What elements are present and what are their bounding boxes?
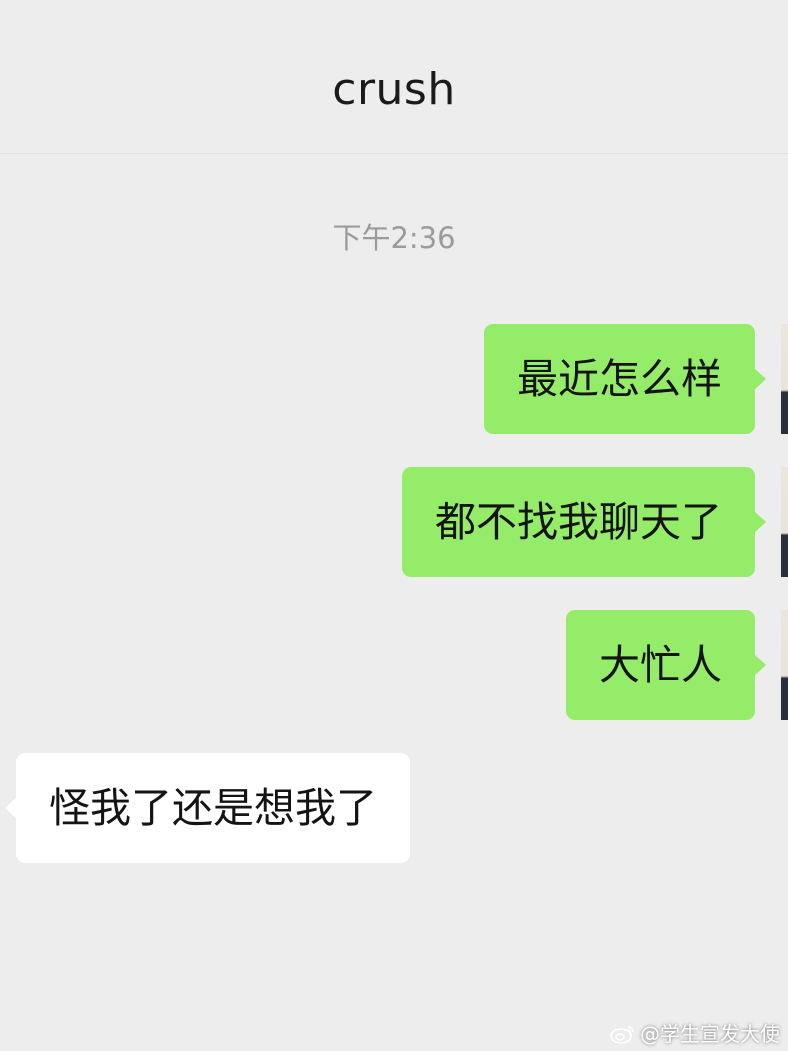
watermark: @学生宣发大使 (610, 1021, 780, 1047)
sent-message-bubble[interactable]: 最近怎么样 (484, 324, 766, 434)
own-avatar[interactable] (781, 324, 788, 434)
message-text: 怪我了还是想我了 (49, 784, 377, 832)
message-timestamp: 下午2:36 (332, 221, 456, 255)
chat-title[interactable]: crush (0, 62, 788, 118)
message-text: 都不找我聊天了 (435, 498, 722, 546)
watermark-text: @学生宣发大使 (640, 1022, 780, 1046)
received-message-bubble[interactable]: 怪我了还是想我了 (5, 753, 410, 863)
sent-message-bubble[interactable]: 大忙人 (566, 610, 766, 720)
own-avatar[interactable] (781, 467, 788, 577)
message-text: 最近怎么样 (517, 355, 722, 403)
own-avatar[interactable] (781, 610, 788, 720)
sent-message-bubble[interactable]: 都不找我聊天了 (402, 467, 766, 577)
message-text: 大忙人 (599, 641, 722, 689)
weibo-logo-icon (610, 1026, 634, 1044)
chat-header: crush (0, 0, 788, 154)
